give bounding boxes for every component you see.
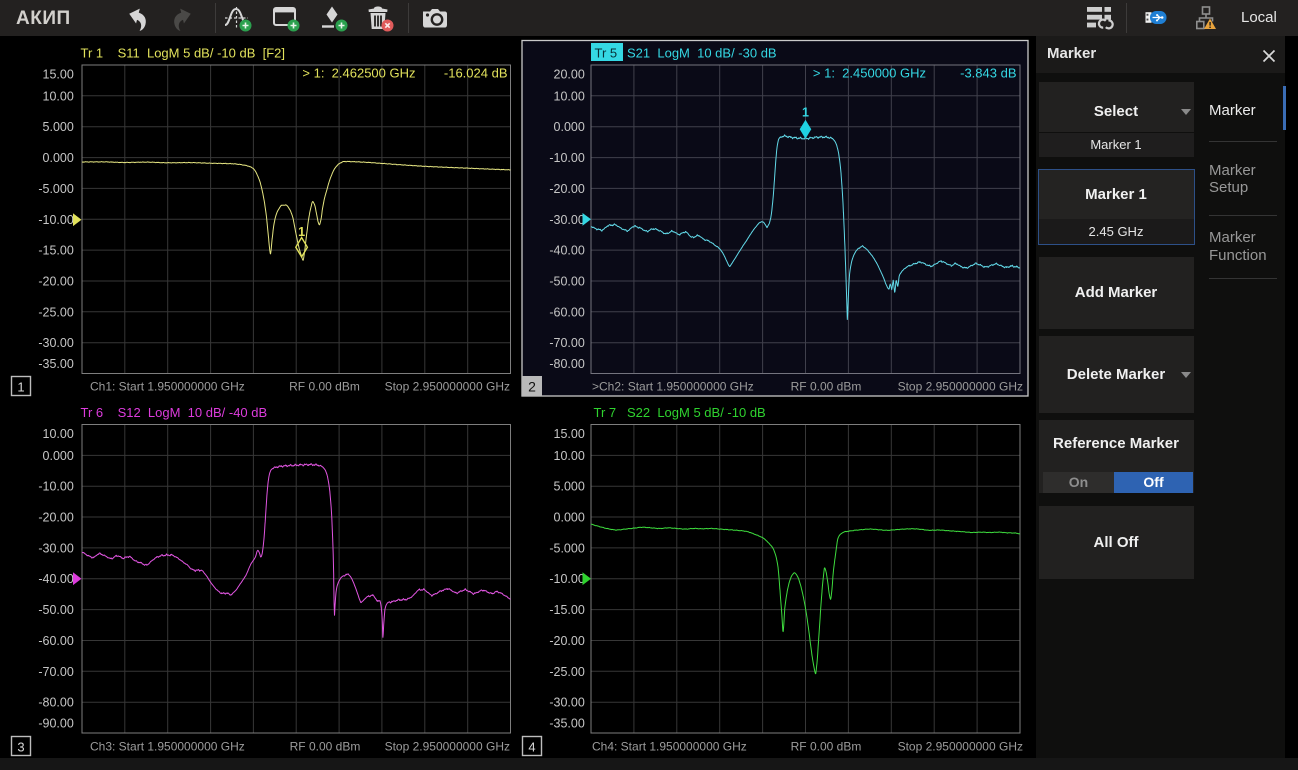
svg-text:RF 0.00 dBm: RF 0.00 dBm: [791, 380, 862, 394]
svg-text:Tr 1 S11 LogM 5 dB/ -10 dB: Tr 1 S11 LogM 5 dB/ -10 dB [F2]: [81, 46, 285, 61]
svg-text:Ch1: Start 1.950000000 GHz: Ch1: Start 1.950000000 GHz: [90, 380, 245, 394]
svg-text:Stop 2.950000000 GHz: Stop 2.950000000 GHz: [385, 380, 510, 394]
svg-text:2: 2: [528, 379, 536, 395]
svg-text:-30.00: -30.00: [549, 213, 584, 227]
svg-text:-80.00: -80.00: [38, 696, 73, 710]
svg-text:1: 1: [17, 380, 24, 395]
svg-text:>Ch2: Start 1.950000000 GHz: >Ch2: Start 1.950000000 GHz: [592, 380, 754, 394]
svg-text:-25.00: -25.00: [549, 665, 584, 679]
svg-text:-35.00: -35.00: [549, 717, 584, 731]
svg-text:Stop 2.950000000 GHz: Stop 2.950000000 GHz: [898, 380, 1023, 394]
svg-text:-3.843 dB: -3.843 dB: [960, 66, 1016, 81]
svg-text:-10.00: -10.00: [549, 151, 584, 165]
svg-text:-20.00: -20.00: [549, 634, 584, 648]
svg-text:0.000: 0.000: [554, 511, 585, 525]
svg-text:Ch3: Start 1.950000000 GHz: Ch3: Start 1.950000000 GHz: [90, 740, 245, 754]
svg-text:-35.00: -35.00: [38, 357, 73, 371]
svg-text:0.000: 0.000: [43, 449, 74, 463]
svg-text:-25.00: -25.00: [38, 305, 73, 319]
svg-text:-5.000: -5.000: [38, 182, 73, 196]
svg-text:-20.00: -20.00: [38, 511, 73, 525]
svg-text:Tr 6 S12 LogM 10 dB/ -40: Tr 6 S12 LogM 10 dB/ -40 dB: [81, 405, 268, 420]
svg-text:-40.00: -40.00: [549, 244, 584, 258]
svg-text:RF 0.00 dBm: RF 0.00 dBm: [290, 740, 361, 754]
svg-text:10.00: 10.00: [554, 89, 585, 103]
svg-text:5.000: 5.000: [43, 120, 74, 134]
svg-text:10.00: 10.00: [554, 449, 585, 463]
svg-text:S21 LogM 10 dB/ -30 dB: S21 LogM 10 dB/ -30 dB: [627, 46, 777, 61]
svg-text:-90.00: -90.00: [38, 717, 73, 731]
svg-text:-50.00: -50.00: [549, 275, 584, 289]
svg-text:> 1: 2.462500 GHz: > 1: 2.462500 GHz: [302, 66, 415, 81]
svg-text:-70.00: -70.00: [38, 665, 73, 679]
svg-text:10.00: 10.00: [43, 89, 74, 103]
svg-text:Stop 2.950000000 GHz: Stop 2.950000000 GHz: [898, 740, 1023, 754]
svg-text:Stop 2.950000000 GHz: Stop 2.950000000 GHz: [385, 740, 510, 754]
svg-text:-30.00: -30.00: [38, 336, 73, 350]
svg-text:3: 3: [17, 740, 24, 755]
svg-text:10.00: 10.00: [43, 427, 74, 441]
svg-text:-15.00: -15.00: [38, 244, 73, 258]
svg-text:-30.00: -30.00: [549, 696, 584, 710]
svg-text:1: 1: [298, 225, 305, 239]
svg-text:15.00: 15.00: [554, 427, 585, 441]
svg-text:1: 1: [802, 106, 809, 120]
svg-text:4: 4: [528, 740, 535, 755]
svg-text:-40.00: -40.00: [38, 572, 73, 586]
svg-text:-50.00: -50.00: [38, 603, 73, 617]
svg-text:-10.00: -10.00: [38, 480, 73, 494]
svg-text:-5.000: -5.000: [549, 541, 584, 555]
svg-text:20.00: 20.00: [554, 68, 585, 82]
svg-text:-10.00: -10.00: [549, 572, 584, 586]
svg-text:-70.00: -70.00: [549, 336, 584, 350]
svg-text:0.000: 0.000: [43, 151, 74, 165]
svg-text:-20.00: -20.00: [38, 275, 73, 289]
svg-text:RF 0.00 dBm: RF 0.00 dBm: [791, 740, 862, 754]
svg-text:Tr 5: Tr 5: [595, 46, 618, 61]
svg-text:-80.00: -80.00: [549, 357, 584, 371]
svg-text:-60.00: -60.00: [38, 634, 73, 648]
svg-text:-16.024 dB: -16.024 dB: [444, 66, 508, 81]
svg-text:Tr 7 S22 LogM 5 dB/ -10 dB: Tr 7 S22 LogM 5 dB/ -10 dB: [594, 405, 766, 420]
svg-text:RF 0.00 dBm: RF 0.00 dBm: [289, 380, 360, 394]
svg-text:-30.00: -30.00: [38, 541, 73, 555]
svg-text:-15.00: -15.00: [549, 603, 584, 617]
svg-text:5.000: 5.000: [554, 480, 585, 494]
svg-text:Ch4: Start 1.950000000 GHz: Ch4: Start 1.950000000 GHz: [592, 740, 747, 754]
svg-text:-60.00: -60.00: [549, 305, 584, 319]
svg-text:15.00: 15.00: [43, 68, 74, 82]
svg-text:-10.00: -10.00: [38, 213, 73, 227]
svg-text:0.000: 0.000: [554, 120, 585, 134]
svg-text:> 1: 2.450000 GHz: > 1: 2.450000 GHz: [813, 66, 926, 81]
svg-text:-20.00: -20.00: [549, 182, 584, 196]
